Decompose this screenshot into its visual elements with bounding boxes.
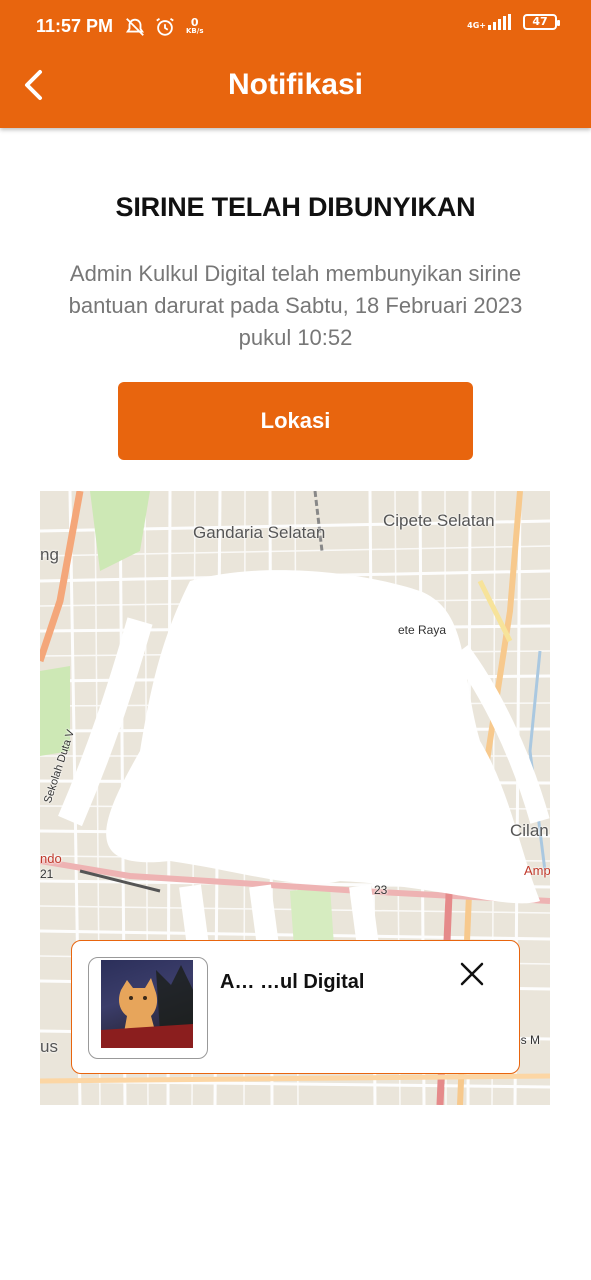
map-label: Cilan bbox=[510, 821, 549, 840]
top-bar: 11:57 PM 0 KB/s 4G+ 47 Notifikasi bbox=[0, 0, 591, 128]
map-label: 21 bbox=[40, 867, 54, 881]
net-speed-value: 0 bbox=[190, 16, 199, 29]
notification-message: Admin Kulkul Digital telah membunyikan s… bbox=[68, 261, 523, 350]
avatar bbox=[88, 957, 208, 1059]
signal-indicator: 4G+ bbox=[467, 14, 511, 30]
sender-name: A… …ul Digital bbox=[220, 971, 365, 993]
network-type: 4G+ bbox=[467, 21, 486, 30]
notification-heading: SIRINE TELAH DIBUNYIKAN bbox=[115, 192, 476, 222]
map-label: Gandaria Selatan bbox=[193, 523, 326, 542]
battery-icon: 47 bbox=[523, 14, 560, 30]
map-label: ng bbox=[40, 545, 59, 564]
battery-level: 47 bbox=[532, 15, 548, 28]
status-bar: 11:57 PM 0 KB/s 4G+ 47 bbox=[0, 0, 591, 54]
map-label: Cipete Selatan bbox=[383, 511, 495, 530]
cat-photo bbox=[101, 960, 193, 1048]
net-speed-unit: KB/s bbox=[186, 27, 204, 35]
close-icon[interactable] bbox=[459, 961, 485, 987]
app-bar: Notifikasi bbox=[0, 54, 591, 128]
alarm-clock-icon bbox=[156, 17, 174, 36]
net-speed: 0 KB/s bbox=[186, 16, 204, 36]
map-label: ndo bbox=[40, 851, 62, 866]
alarm-off-icon bbox=[125, 18, 145, 36]
map-label: ete Raya bbox=[398, 623, 447, 637]
map-label: us bbox=[40, 1037, 58, 1056]
map-label: 23 bbox=[374, 883, 388, 897]
sender-popup: A… …ul Digital bbox=[71, 940, 520, 1074]
map-label: Amp bbox=[524, 863, 550, 878]
page-title: Notifikasi bbox=[227, 68, 364, 101]
signal-icon bbox=[488, 14, 511, 30]
location-button[interactable]: Lokasi bbox=[118, 382, 473, 460]
status-time: 11:57 PM bbox=[36, 16, 114, 36]
